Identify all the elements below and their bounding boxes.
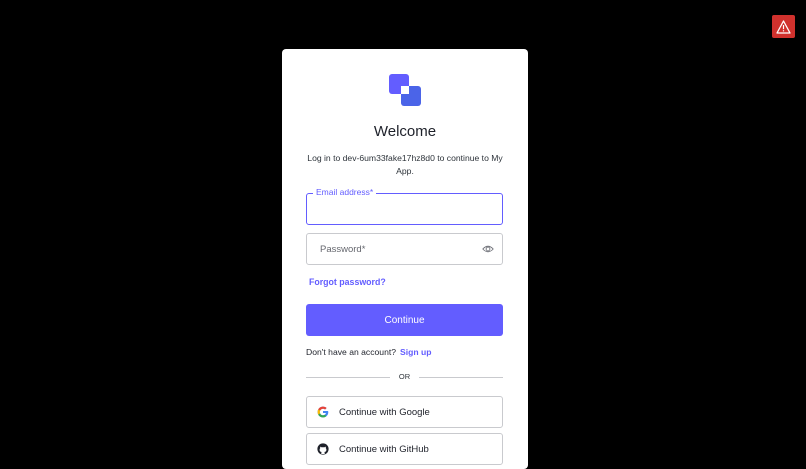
divider-or-text: OR — [398, 372, 411, 381]
password-input[interactable] — [320, 234, 480, 264]
google-login-button[interactable]: Continue with Google — [306, 396, 503, 428]
google-icon — [317, 406, 329, 418]
github-icon — [317, 443, 329, 455]
email-field[interactable]: Email address* — [306, 187, 503, 225]
continue-button[interactable]: Continue — [306, 304, 503, 336]
login-subtitle: Log in to dev-6um33fake17hz8d0 to contin… — [307, 153, 503, 176]
login-card: Welcome Log in to dev-6um33fake17hz8d0 t… — [282, 49, 528, 469]
eye-icon[interactable] — [482, 244, 494, 254]
github-login-button[interactable]: Continue with GitHub — [306, 433, 503, 465]
password-field[interactable] — [306, 233, 503, 265]
no-account-text: Don't have an account? — [306, 347, 397, 357]
divider-left — [306, 377, 390, 378]
app-logo-icon — [389, 74, 421, 106]
google-button-label: Continue with Google — [339, 406, 430, 418]
signup-row: Don't have an account? Sign up — [306, 347, 432, 357]
email-input[interactable] — [320, 194, 480, 224]
divider-right — [419, 377, 503, 378]
page-title: Welcome — [373, 123, 437, 140]
github-button-label: Continue with GitHub — [339, 443, 429, 455]
forgot-password-link[interactable]: Forgot password? — [309, 277, 386, 287]
warning-badge[interactable] — [772, 15, 795, 38]
warning-triangle-icon — [776, 19, 791, 34]
signup-link[interactable]: Sign up — [400, 347, 432, 357]
